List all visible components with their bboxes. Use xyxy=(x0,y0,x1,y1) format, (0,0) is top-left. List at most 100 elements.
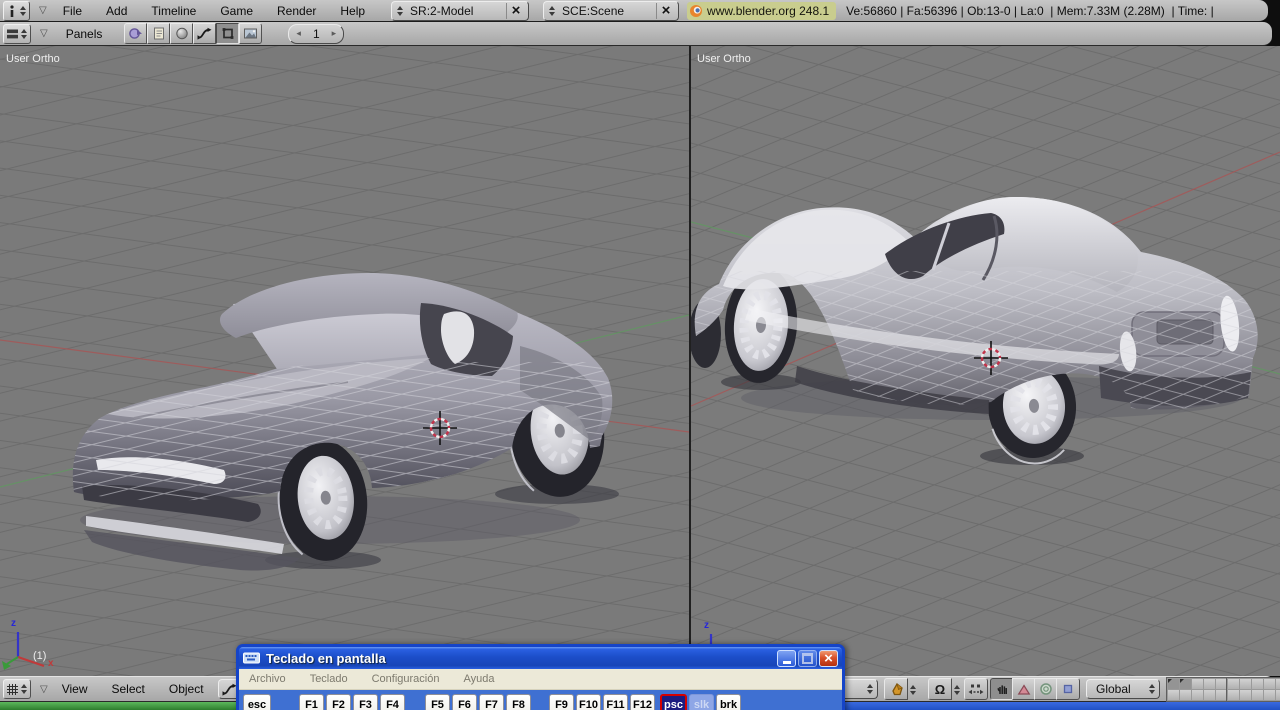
frame-next-icon[interactable]: ▸ xyxy=(332,28,337,39)
active-object-hint: (1) xyxy=(33,650,47,662)
viewport-right-canvas xyxy=(691,46,1280,676)
manipulator-translate-button[interactable] xyxy=(1012,678,1036,700)
editing-context-button[interactable] xyxy=(216,23,240,44)
top-menu-bar: File Add Timeline Game Render Help SR:2-… xyxy=(0,0,1268,22)
osk-menu-archivo[interactable]: Archivo xyxy=(249,673,286,685)
object-icon xyxy=(197,27,212,40)
screen-selector[interactable]: SR:2-Model xyxy=(391,0,530,21)
maximize-button[interactable] xyxy=(798,649,817,667)
window-type-spinner[interactable] xyxy=(18,4,27,18)
scene-close-icon[interactable] xyxy=(656,2,675,19)
frame-prev-icon[interactable]: ◂ xyxy=(296,28,301,39)
key-f6[interactable]: F6 xyxy=(452,694,477,710)
pivot-spinner[interactable] xyxy=(952,683,961,697)
logic-icon xyxy=(128,27,143,40)
view3d-window-spinner[interactable] xyxy=(19,682,28,696)
grid-icon xyxy=(6,683,19,696)
buttons-window-spinner[interactable] xyxy=(19,27,28,41)
buttons-context-group xyxy=(124,23,263,44)
key-f3[interactable]: F3 xyxy=(353,694,378,710)
scene-stats: Ve:56860 | Fa:56396 | Ob:13-0 | La:0 | M… xyxy=(846,3,1214,18)
version-label: www.blender.org 248.1 xyxy=(707,3,830,18)
orientation-spinner[interactable] xyxy=(1147,682,1156,696)
close-button[interactable] xyxy=(819,649,838,667)
draw-type-spinner[interactable] xyxy=(908,683,917,697)
hand-icon xyxy=(995,682,1009,696)
screen-selector-spinner[interactable] xyxy=(395,4,404,18)
screen-close-icon[interactable] xyxy=(506,2,525,19)
manipulator-toggle-button[interactable] xyxy=(990,678,1014,700)
menu-game[interactable]: Game xyxy=(220,4,253,18)
buttons-window-type-button[interactable] xyxy=(3,23,31,44)
window-type-button[interactable] xyxy=(3,0,30,21)
scene-context-button[interactable] xyxy=(239,23,263,44)
key-f4[interactable]: F4 xyxy=(380,694,405,710)
blender-logo-icon xyxy=(689,4,703,18)
script-context-button[interactable] xyxy=(147,23,171,44)
start-button[interactable] xyxy=(0,702,237,710)
object-mode-icon xyxy=(222,683,237,696)
pivot-point-button[interactable] xyxy=(928,678,952,700)
osk-menu-configuracion[interactable]: Configuración xyxy=(372,673,440,685)
osk-titlebar[interactable]: Teclado en pantalla xyxy=(239,647,842,669)
frame-number-stepper[interactable]: ◂ 1 ▸ xyxy=(288,23,345,44)
orientation-value: Global xyxy=(1096,682,1131,696)
menu-select[interactable]: Select xyxy=(112,682,145,696)
key-f9[interactable]: F9 xyxy=(549,694,574,710)
scene-selector[interactable]: SCE:Scene xyxy=(543,0,680,21)
manipulator-mode-button[interactable] xyxy=(964,678,988,700)
rotate-icon xyxy=(1039,682,1053,696)
object-context-button[interactable] xyxy=(193,23,217,44)
shading-context-button[interactable] xyxy=(170,23,194,44)
info-window-icon xyxy=(6,4,18,18)
key-f8[interactable]: F8 xyxy=(506,694,531,710)
on-screen-keyboard-window[interactable]: Teclado en pantalla Archivo Teclado Conf… xyxy=(236,644,845,710)
view3d-collapse-arrow-icon[interactable] xyxy=(40,684,48,695)
menu-file[interactable]: File xyxy=(63,4,82,18)
osk-window-title: Teclado en pantalla xyxy=(266,650,386,666)
buttons-collapse-arrow-icon[interactable] xyxy=(40,28,48,39)
minimize-button[interactable] xyxy=(777,649,796,667)
logic-context-button[interactable] xyxy=(124,23,148,44)
osk-menu-teclado[interactable]: Teclado xyxy=(310,673,348,685)
collapse-menu-arrow-icon[interactable] xyxy=(39,5,47,16)
key-f11[interactable]: F11 xyxy=(603,694,628,710)
view3d-window-type-button[interactable] xyxy=(3,679,31,699)
key-f7[interactable]: F7 xyxy=(479,694,504,710)
viewport-mode-label: User Ortho xyxy=(6,53,60,65)
orientation-selector[interactable]: Global xyxy=(1086,679,1160,699)
key-f10[interactable]: F10 xyxy=(576,694,601,710)
menu-render[interactable]: Render xyxy=(277,4,316,18)
shading-selector-spinner[interactable] xyxy=(865,682,874,696)
panels-label[interactable]: Panels xyxy=(66,27,103,41)
shading-icon xyxy=(175,27,189,40)
scene-selector-value: SCE:Scene xyxy=(562,3,625,18)
manipulator-rotate-button[interactable] xyxy=(1034,678,1058,700)
menu-add[interactable]: Add xyxy=(106,4,127,18)
viewport-right[interactable]: User Ortho z xyxy=(691,46,1280,676)
key-f5[interactable]: F5 xyxy=(425,694,450,710)
key-esc[interactable]: esc xyxy=(243,694,271,710)
frame-number-value: 1 xyxy=(312,26,320,41)
key-f1[interactable]: F1 xyxy=(299,694,324,710)
key-slk[interactable]: slk xyxy=(689,694,714,710)
osk-menubar: Archivo Teclado Configuración Ayuda xyxy=(239,669,842,690)
key-brk[interactable]: brk xyxy=(716,694,741,710)
viewport-left[interactable]: User Ortho z x (1) xyxy=(0,46,689,676)
key-psc[interactable]: psc xyxy=(660,694,687,710)
key-f2[interactable]: F2 xyxy=(326,694,351,710)
osk-menu-ayuda[interactable]: Ayuda xyxy=(463,673,494,685)
screen-selector-value: SR:2-Model xyxy=(410,3,474,18)
manipulator-arrows-icon xyxy=(968,683,984,696)
layer-grid-1[interactable] xyxy=(1166,676,1229,702)
menu-timeline[interactable]: Timeline xyxy=(151,4,196,18)
draw-type-button[interactable] xyxy=(884,678,908,700)
menu-object[interactable]: Object xyxy=(169,682,204,696)
menu-view[interactable]: View xyxy=(62,682,88,696)
menu-help[interactable]: Help xyxy=(340,4,365,18)
scene-selector-spinner[interactable] xyxy=(547,4,556,18)
key-f12[interactable]: F12 xyxy=(630,694,655,710)
manipulator-scale-button[interactable] xyxy=(1056,678,1080,700)
layer-grid-2[interactable] xyxy=(1226,676,1280,702)
draw-type-solid-icon xyxy=(889,682,904,696)
